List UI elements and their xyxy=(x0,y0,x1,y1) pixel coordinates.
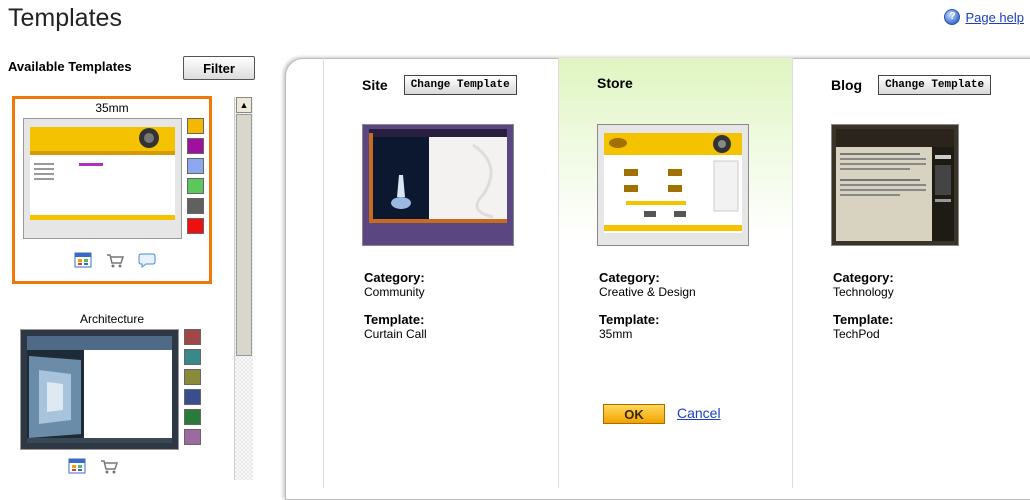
scroll-up-arrow[interactable]: ▲ xyxy=(236,97,252,113)
template-item-architecture[interactable]: Architecture xyxy=(12,310,212,480)
swatch-green[interactable] xyxy=(184,409,201,425)
swatch-teal[interactable] xyxy=(184,349,201,365)
store-template-preview xyxy=(597,124,749,246)
category-value: Community xyxy=(364,285,425,299)
template-item-35mm[interactable]: 35mm xyxy=(12,96,212,284)
site-category: Category: Community xyxy=(364,270,425,299)
swatch-navy[interactable] xyxy=(184,389,201,405)
template-label: Template: xyxy=(833,312,894,327)
color-swatches xyxy=(187,118,205,238)
template-label: Template: xyxy=(364,312,425,327)
template-thumbnail-image xyxy=(24,119,181,238)
template-value: Curtain Call xyxy=(364,327,427,341)
category-value: Technology xyxy=(833,285,894,299)
template-thumbnail-image xyxy=(21,330,178,449)
template-thumbnail[interactable] xyxy=(20,329,179,450)
help-icon[interactable]: ? xyxy=(944,9,961,25)
template-value: 35mm xyxy=(599,327,633,341)
cart-icon xyxy=(106,252,125,268)
page-help-link[interactable]: Page help xyxy=(965,10,1024,25)
swatch-green[interactable] xyxy=(187,178,204,194)
blog-category: Category: Technology xyxy=(833,270,894,299)
site-column: Site Change Template Category: Community… xyxy=(323,58,558,488)
template-name: 35mm xyxy=(95,101,129,115)
category-label: Category: xyxy=(599,270,660,285)
site-icon xyxy=(74,252,92,268)
swatch-olive[interactable] xyxy=(184,369,201,385)
blog-change-template-button[interactable]: Change Template xyxy=(878,75,992,95)
site-template: Template: Curtain Call xyxy=(364,312,427,341)
store-column: Store Category: Creative & Design Templa… xyxy=(558,58,793,488)
ok-button[interactable]: OK xyxy=(603,404,665,424)
template-name: Architecture xyxy=(79,312,145,326)
store-title: Store xyxy=(597,75,633,91)
swatch-yellow[interactable] xyxy=(187,118,204,134)
template-list: 35mm Architecture xyxy=(12,96,230,480)
category-label: Category: xyxy=(364,270,425,285)
available-templates-label: Available Templates xyxy=(8,59,132,74)
swatch-lightblue[interactable] xyxy=(187,158,204,174)
template-value: TechPod xyxy=(833,327,880,341)
swatch-gray[interactable] xyxy=(187,198,204,214)
filter-button[interactable]: Filter xyxy=(183,56,255,80)
store-template: Template: 35mm xyxy=(599,312,659,341)
site-title: Site xyxy=(362,77,388,93)
blog-column: Blog Change Template Category: Technolog… xyxy=(792,58,1027,488)
site-preview-image xyxy=(363,125,513,245)
blog-template-preview xyxy=(831,124,959,246)
template-features xyxy=(12,458,212,474)
page-title: Templates xyxy=(8,4,122,32)
swatch-mauve[interactable] xyxy=(184,429,201,445)
comment-icon xyxy=(138,252,156,268)
site-change-template-button[interactable]: Change Template xyxy=(403,75,517,95)
template-features xyxy=(15,252,215,268)
cancel-link[interactable]: Cancel xyxy=(677,405,721,421)
template-thumbnail[interactable] xyxy=(23,118,182,239)
swatch-rose[interactable] xyxy=(184,329,201,345)
page-help[interactable]: ? Page help xyxy=(944,9,1024,25)
cart-icon xyxy=(100,458,119,474)
site-icon xyxy=(68,458,86,474)
template-label: Template: xyxy=(599,312,660,327)
store-preview-image xyxy=(598,125,748,245)
swatch-red[interactable] xyxy=(187,218,204,234)
blog-template: Template: TechPod xyxy=(833,312,893,341)
blog-preview-image xyxy=(832,125,958,245)
color-swatches xyxy=(184,329,202,449)
category-label: Category: xyxy=(833,270,894,285)
site-template-preview xyxy=(362,124,514,246)
category-value: Creative & Design xyxy=(599,285,696,299)
blog-title: Blog xyxy=(831,77,863,93)
scroll-thumb[interactable] xyxy=(236,114,252,356)
store-category: Category: Creative & Design xyxy=(599,270,696,299)
swatch-purple[interactable] xyxy=(187,138,204,154)
template-list-scrollbar[interactable]: ▲ xyxy=(234,97,253,480)
